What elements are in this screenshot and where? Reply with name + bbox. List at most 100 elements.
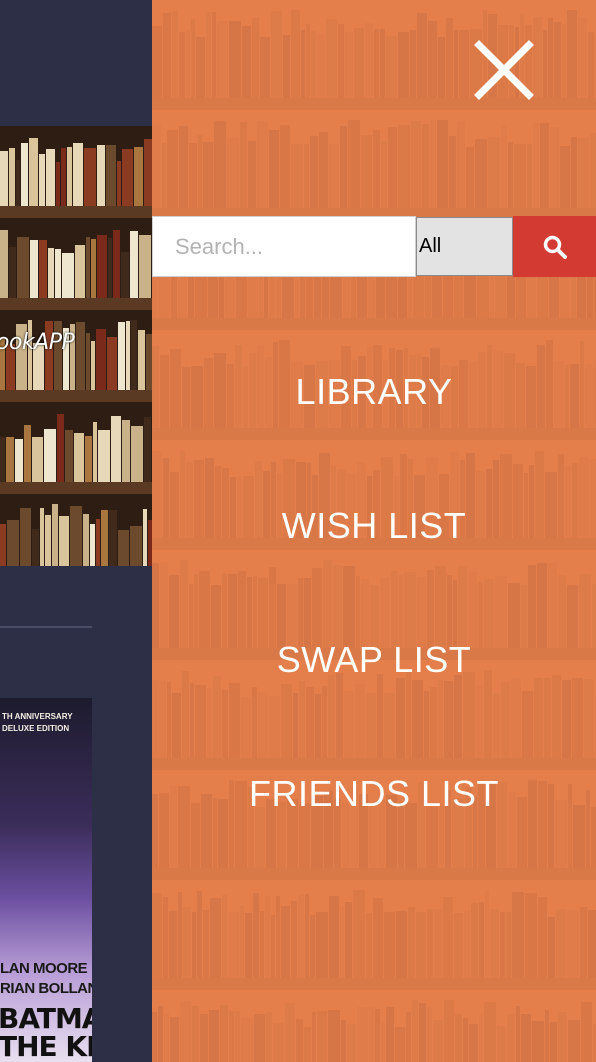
nav-menu-overlay: All LIBRARY WISH LIST SWAP LIST FRIENDS … — [152, 0, 596, 1062]
book-spine — [67, 147, 72, 206]
book-spine — [45, 515, 51, 566]
book-spine — [130, 526, 142, 566]
book-spine — [139, 235, 151, 298]
background-page: ookAPP TH ANNIVERSARY DELUXE EDITION LAN… — [0, 0, 152, 1062]
book-spine — [107, 337, 117, 390]
brand-logo-text: ookAPP — [0, 330, 75, 355]
search-bar: All — [152, 216, 596, 277]
divider — [0, 626, 92, 628]
book-spine — [122, 420, 130, 482]
book-spine — [44, 429, 56, 482]
book-spine — [97, 235, 107, 298]
book-spine — [0, 151, 8, 206]
nav-link-swap-list[interactable]: SWAP LIST — [152, 640, 596, 680]
book-spine — [93, 422, 97, 482]
book-spine — [0, 524, 6, 566]
book-spine — [118, 322, 125, 390]
nav-link-library[interactable]: LIBRARY — [152, 372, 596, 412]
book-spine — [83, 514, 89, 566]
cover-title: THE KILLIN — [0, 1030, 92, 1062]
book-spine — [75, 245, 85, 298]
book-spine — [84, 148, 96, 206]
book-spine — [144, 139, 152, 206]
book-spine — [48, 248, 54, 298]
search-filter-select[interactable]: All — [416, 217, 513, 276]
search-button[interactable] — [513, 216, 596, 277]
book-spine — [74, 433, 84, 482]
book-spine — [24, 425, 31, 482]
book-spine — [111, 416, 121, 482]
book-spine — [144, 417, 151, 482]
book-spine — [98, 430, 110, 482]
book-cover-image[interactable]: TH ANNIVERSARY DELUXE EDITION LAN MOORE … — [0, 698, 92, 1062]
book-spine — [143, 509, 147, 566]
book-spine — [65, 430, 73, 482]
book-spine — [15, 439, 23, 482]
book-spine — [52, 504, 58, 566]
shelf-plank — [0, 206, 152, 218]
book-spine — [86, 237, 90, 298]
book-spine — [126, 321, 130, 390]
book-spine — [21, 143, 28, 206]
book-spine — [109, 510, 117, 566]
book-spine — [39, 240, 47, 298]
book-spine — [96, 329, 106, 390]
book-spine — [0, 437, 5, 482]
book-spine — [101, 510, 108, 566]
book-spine — [134, 147, 143, 206]
book-spine — [59, 516, 69, 566]
book-spine — [91, 239, 96, 298]
book-spine — [30, 240, 38, 298]
book-spine — [76, 322, 85, 390]
book-spine — [16, 160, 20, 206]
search-filter-value: All — [419, 235, 442, 257]
cover-edition-line: TH ANNIVERSARY — [2, 712, 73, 721]
book-spine — [55, 249, 61, 298]
book-spine — [20, 508, 31, 566]
book-spine — [122, 149, 133, 206]
book-spine — [46, 149, 55, 206]
book-spine — [56, 162, 60, 206]
book-spine — [17, 237, 29, 298]
book-spine — [32, 529, 39, 566]
close-menu-button[interactable] — [474, 40, 534, 100]
book-spine — [90, 524, 95, 566]
book-spine — [9, 247, 16, 298]
book-spine — [70, 506, 82, 566]
shelf-plank — [0, 390, 152, 402]
book-spine — [131, 426, 143, 482]
cover-author: RIAN BOLLAND — [0, 980, 92, 997]
cover-edition-line: DELUXE EDITION — [2, 724, 70, 733]
shelf-plank — [0, 298, 152, 310]
book-spine — [86, 333, 90, 390]
book-spine — [113, 230, 120, 298]
book-spine — [32, 437, 43, 482]
book-spine — [138, 330, 145, 390]
book-spine — [97, 145, 105, 206]
book-spine — [57, 414, 64, 482]
nav-link-wish-list[interactable]: WISH LIST — [152, 506, 596, 546]
book-spine — [6, 437, 14, 482]
search-icon — [543, 235, 567, 259]
book-spine — [85, 436, 92, 482]
book-spine — [62, 253, 74, 298]
book-spine — [91, 341, 95, 390]
book-spine — [73, 143, 83, 206]
book-spine — [40, 508, 44, 566]
book-spine — [117, 161, 121, 206]
book-spine — [9, 148, 15, 206]
book-spine — [61, 148, 66, 206]
screen: ookAPP TH ANNIVERSARY DELUXE EDITION LAN… — [0, 0, 596, 1062]
book-spine — [7, 520, 19, 566]
shelf-plank — [0, 482, 152, 494]
book-spine — [130, 231, 138, 298]
search-input[interactable] — [152, 216, 416, 277]
hero-banner: ookAPP — [0, 126, 152, 566]
book-spine — [96, 519, 100, 566]
book-spine — [29, 138, 38, 206]
book-spine — [0, 230, 8, 298]
nav-link-friends-list[interactable]: FRIENDS LIST — [152, 774, 596, 814]
book-spine — [118, 530, 129, 566]
close-icon — [474, 40, 534, 100]
cover-author: LAN MOORE — [0, 960, 88, 977]
